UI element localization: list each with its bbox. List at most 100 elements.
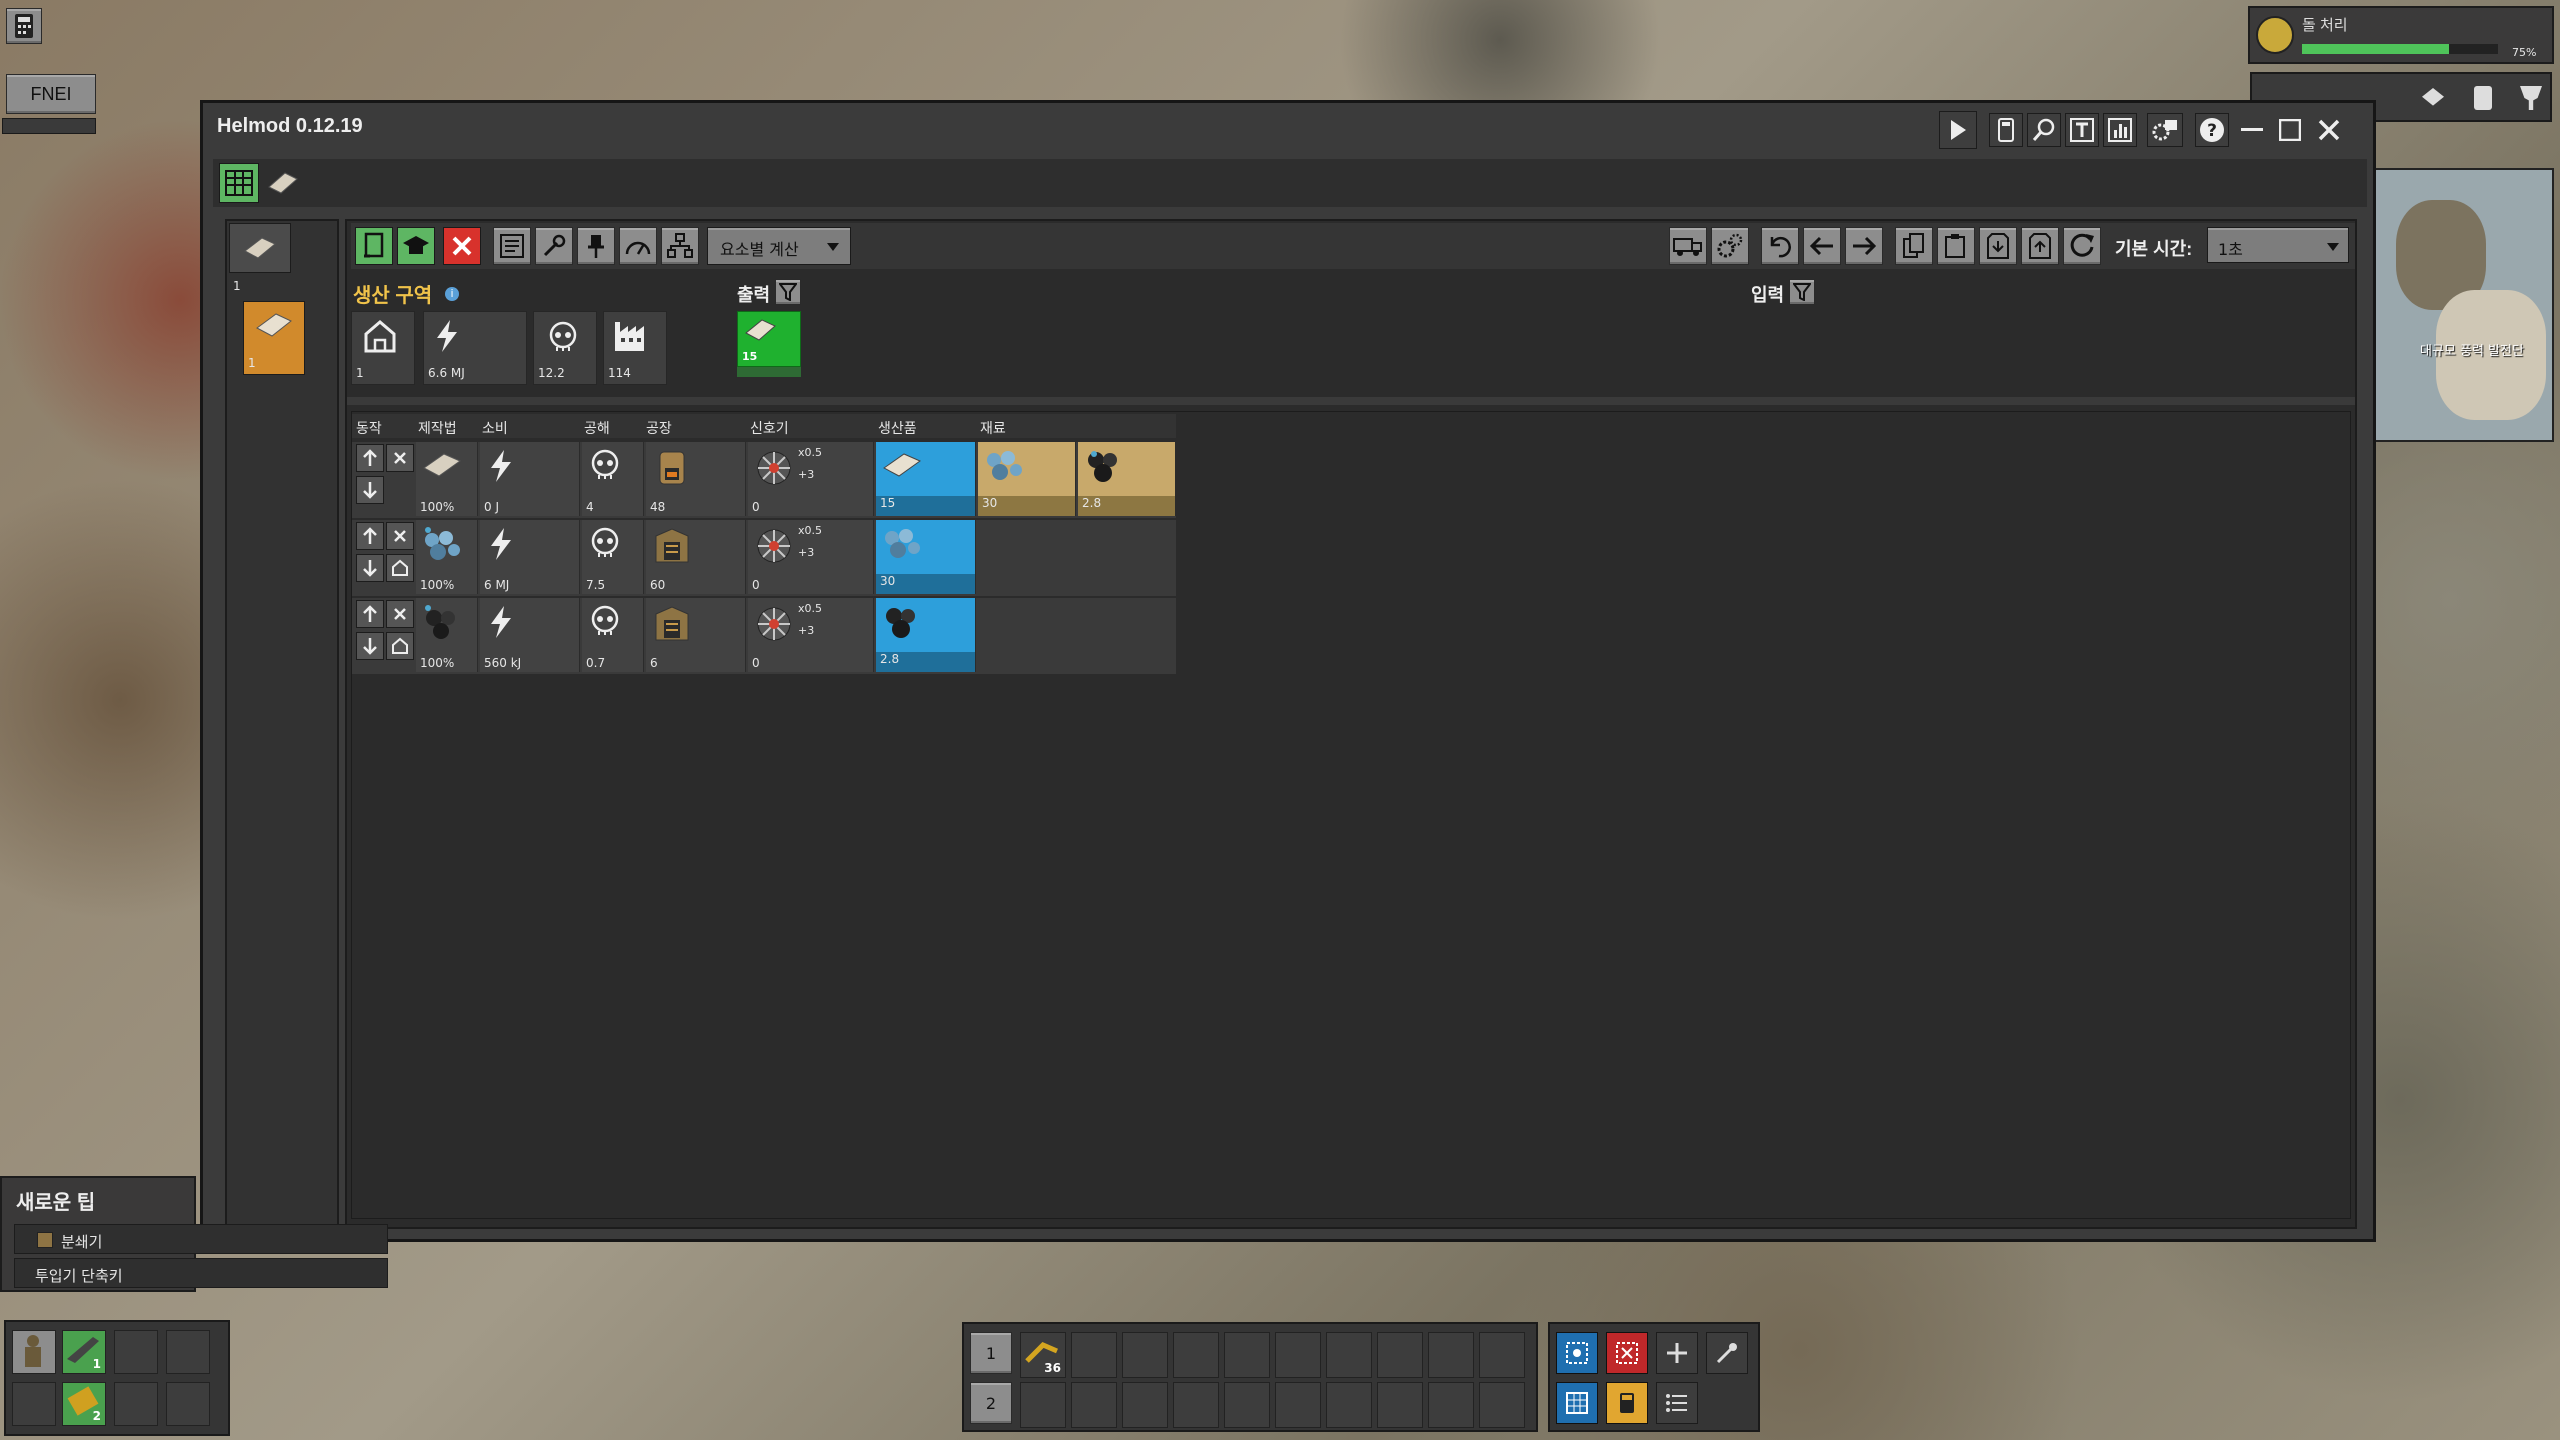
recipe-cell[interactable]: 100%	[416, 598, 478, 672]
beacon-cell[interactable]: x0.5 +3 0	[748, 442, 874, 516]
speed-button[interactable]	[619, 227, 657, 265]
hotbar-slot[interactable]	[1224, 1332, 1270, 1378]
move-down-button[interactable]	[356, 554, 384, 582]
hotbar-slot[interactable]	[1122, 1332, 1168, 1378]
new-technology-button[interactable]	[397, 227, 435, 265]
hotbar-slot[interactable]	[1428, 1382, 1474, 1428]
block-item-1[interactable]	[229, 223, 291, 273]
helmod-shortcut[interactable]	[1606, 1382, 1648, 1424]
add-shortcut[interactable]	[1656, 1332, 1698, 1374]
maximize-button[interactable]	[2275, 113, 2305, 147]
gun-slot[interactable]: 1	[62, 1330, 106, 1374]
factory-cell[interactable]: 48	[646, 442, 746, 516]
recipe-cell[interactable]: 100%	[416, 520, 478, 594]
hotbar-slot[interactable]	[1326, 1382, 1372, 1428]
move-down-button[interactable]	[356, 476, 384, 504]
recipe-cell[interactable]: 100%	[416, 442, 478, 516]
beacon-cell[interactable]: x0.5 +3 0	[748, 520, 874, 594]
tab-production-lines[interactable]	[219, 163, 259, 203]
forward-button[interactable]	[1845, 227, 1883, 265]
paste-button[interactable]	[1937, 227, 1975, 265]
tip-item[interactable]: 투입기 단축키	[14, 1258, 388, 1288]
hotbar-slot[interactable]: 36	[1020, 1332, 1066, 1378]
fnei-button[interactable]: FNEI	[6, 74, 96, 114]
help-button[interactable]: ?	[2195, 113, 2229, 147]
train-icon[interactable]	[2474, 86, 2492, 110]
hotbar-slot[interactable]	[1428, 1332, 1474, 1378]
ingredient-cell[interactable]: 30	[978, 442, 1076, 516]
text-mode-button[interactable]	[2065, 113, 2099, 147]
remove-row-button[interactable]	[386, 444, 414, 472]
calculator-button[interactable]	[6, 8, 42, 44]
table-row[interactable]: 100% 0 J 4 48 x0.5 +3 0 15 30 2.8	[352, 442, 1176, 518]
upload-button[interactable]	[2021, 227, 2059, 265]
hotbar-row-1-button[interactable]: 1	[970, 1332, 1012, 1374]
fnei-collapse-handle[interactable]	[2, 118, 96, 134]
statistics-button[interactable]	[2103, 113, 2137, 147]
empty-ammo-slot[interactable]	[114, 1382, 158, 1426]
new-recipe-button[interactable]	[355, 227, 393, 265]
hotbar-slot[interactable]	[1224, 1382, 1270, 1428]
beacon-cell[interactable]: x0.5 +3 0	[748, 598, 874, 672]
link-button[interactable]	[535, 227, 573, 265]
hotbar-slot[interactable]	[1122, 1382, 1168, 1428]
hotbar-slot[interactable]	[1377, 1382, 1423, 1428]
close-window-button[interactable]	[2313, 113, 2345, 147]
table-row[interactable]: 100% 560 kJ 0.7 6 x0.5 +3 0 2.8	[352, 598, 1176, 674]
move-to-block-button[interactable]	[386, 554, 414, 582]
table-row[interactable]: 100% 6 MJ 7.5 60 x0.5 +3 0 30	[352, 520, 1176, 596]
search-button[interactable]	[2027, 113, 2061, 147]
copy-button[interactable]	[1895, 227, 1933, 265]
move-to-block-button[interactable]	[386, 632, 414, 660]
hotbar-slot[interactable]	[1326, 1332, 1372, 1378]
empty-gun-slot[interactable]	[114, 1330, 158, 1374]
minimize-button[interactable]	[2237, 113, 2267, 147]
info-icon[interactable]: i	[445, 287, 459, 301]
logistics-button[interactable]	[1669, 227, 1707, 265]
remove-row-button[interactable]	[386, 600, 414, 628]
product-cell[interactable]: 2.8	[876, 598, 976, 672]
remove-row-button[interactable]	[386, 522, 414, 550]
factory-cell[interactable]: 60	[646, 520, 746, 594]
refresh-button[interactable]	[2063, 227, 2101, 265]
download-button[interactable]	[1979, 227, 2017, 265]
deconstruct-shortcut[interactable]	[1606, 1332, 1648, 1374]
block-item-2-selected[interactable]: 1	[243, 301, 305, 375]
output-filter-button[interactable]	[775, 279, 801, 305]
armor-slot[interactable]	[12, 1382, 56, 1426]
back-button[interactable]	[1803, 227, 1841, 265]
move-up-button[interactable]	[356, 600, 384, 628]
output-product[interactable]: 15	[737, 311, 801, 367]
list-shortcut[interactable]	[1656, 1382, 1698, 1424]
hotbar-slot[interactable]	[1275, 1332, 1321, 1378]
base-time-select[interactable]: 1초	[2207, 227, 2349, 263]
run-button[interactable]	[1939, 111, 1977, 149]
hotbar-slot[interactable]	[1071, 1332, 1117, 1378]
hotbar-slot[interactable]	[1479, 1332, 1525, 1378]
copy-selection-shortcut[interactable]	[1556, 1332, 1598, 1374]
achievement-icon[interactable]	[2520, 86, 2542, 110]
hotbar-slot[interactable]	[1479, 1382, 1525, 1428]
factory-settings-button[interactable]	[1711, 227, 1749, 265]
tab-stone-brick[interactable]	[263, 163, 303, 203]
empty-gun-slot[interactable]	[166, 1330, 210, 1374]
preferences-button[interactable]	[2147, 113, 2183, 147]
factory-cell[interactable]: 6	[646, 598, 746, 672]
pin-button[interactable]	[577, 227, 615, 265]
character-slot[interactable]	[12, 1330, 56, 1374]
hotbar-slot[interactable]	[1173, 1332, 1219, 1378]
calculator-title-button[interactable]	[1989, 113, 2023, 147]
tech-tree-icon[interactable]	[2422, 88, 2444, 106]
minimap[interactable]: 대규모 풍력 발전단	[2374, 168, 2554, 442]
wire-shortcut[interactable]	[1706, 1332, 1748, 1374]
remove-block-button[interactable]	[443, 227, 481, 265]
empty-ammo-slot[interactable]	[166, 1382, 210, 1426]
hotbar-slot[interactable]	[1173, 1382, 1219, 1428]
product-cell[interactable]: 30	[876, 520, 976, 594]
summary-button[interactable]	[661, 227, 699, 265]
hotbar-slot[interactable]	[1377, 1332, 1423, 1378]
blueprint-shortcut[interactable]	[1556, 1382, 1598, 1424]
input-filter-button[interactable]	[1789, 279, 1815, 305]
undo-button[interactable]	[1761, 227, 1799, 265]
hotbar-slot[interactable]	[1071, 1382, 1117, 1428]
